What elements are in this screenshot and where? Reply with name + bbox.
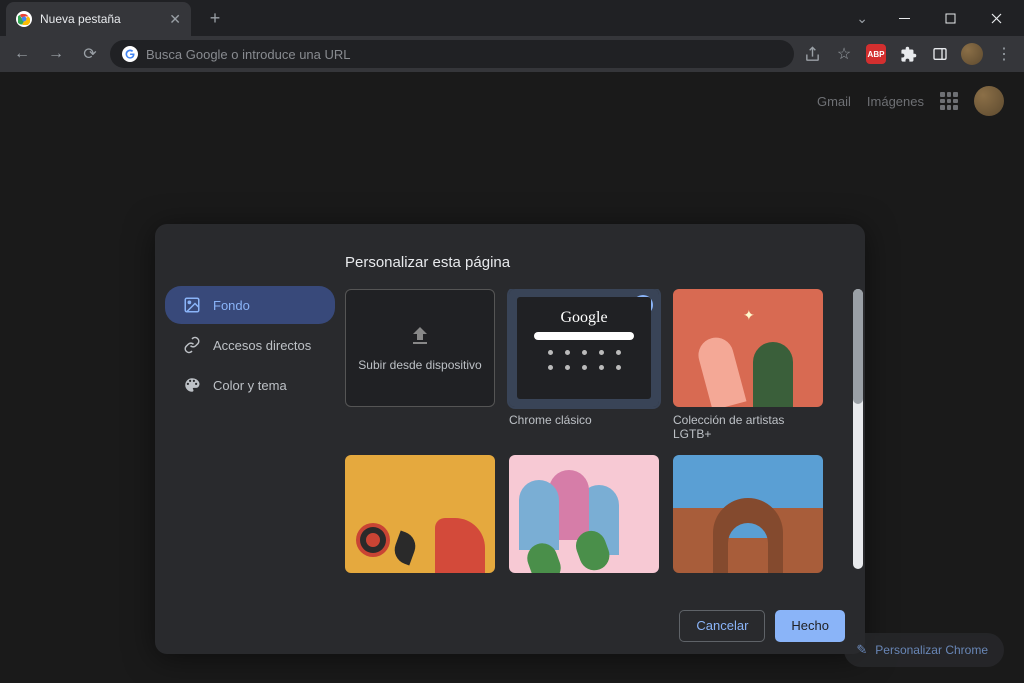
tile-collection-5 xyxy=(509,455,659,593)
customize-label: Personalizar Chrome xyxy=(875,643,988,657)
mini-shortcuts-row xyxy=(548,365,621,370)
dialog-main: Personalizar esta página Subir desde dis… xyxy=(345,224,865,654)
new-tab-button[interactable]: + xyxy=(201,4,229,32)
dialog-footer: Cancelar Hecho xyxy=(345,596,865,654)
minimize-button[interactable] xyxy=(884,3,924,33)
button-label: Cancelar xyxy=(696,618,748,633)
tile-label: Colección de artistas LGTB+ xyxy=(673,413,823,441)
gmail-link[interactable]: Gmail xyxy=(817,94,851,109)
google-logo-text: Google xyxy=(560,309,607,327)
star-decoration-icon: ✦ xyxy=(743,307,755,324)
upload-from-device-button[interactable]: Subir desde dispositivo xyxy=(345,289,495,407)
sidepanel-icon[interactable] xyxy=(928,42,952,66)
tile-lgbt-collection: ✦ Colección de artistas LGTB+ xyxy=(673,289,823,441)
collection-option-6[interactable] xyxy=(673,455,823,573)
customize-chrome-button[interactable]: ✎ Personalizar Chrome xyxy=(844,633,1004,667)
background-tiles-grid: Subir desde dispositivo ✓ Google xyxy=(345,289,849,593)
browser-tab[interactable]: Nueva pestaña ✕ xyxy=(6,2,191,36)
tile-upload: Subir desde dispositivo xyxy=(345,289,495,441)
tile-chrome-classic: ✓ Google Chrome clásico xyxy=(509,289,659,441)
sidebar-item-shortcuts[interactable]: Accesos directos xyxy=(165,326,335,364)
address-placeholder: Busca Google o introduce una URL xyxy=(146,47,351,62)
back-button[interactable]: ← xyxy=(8,40,36,68)
upload-label: Subir desde dispositivo xyxy=(358,358,481,372)
bookmark-star-icon[interactable]: ☆ xyxy=(832,42,856,66)
background-tiles-container: Subir desde dispositivo ✓ Google xyxy=(345,289,865,596)
chrome-classic-option[interactable]: ✓ Google xyxy=(509,289,659,407)
tile-collection-4 xyxy=(345,455,495,593)
window-controls: ⌄ xyxy=(856,3,1024,33)
scrollbar[interactable] xyxy=(853,289,863,569)
google-apps-icon[interactable] xyxy=(940,92,958,110)
mini-search-bar xyxy=(534,332,634,340)
toolbar-actions: ☆ ABP ⋮ xyxy=(800,42,1016,66)
tile-collection-6 xyxy=(673,455,823,593)
sidebar-item-label: Color y tema xyxy=(213,378,287,393)
customize-dialog: Fondo Accesos directos Color y tema Pers… xyxy=(155,224,865,654)
abp-extension-icon[interactable]: ABP xyxy=(864,42,888,66)
kebab-menu-icon[interactable]: ⋮ xyxy=(992,42,1016,66)
done-button[interactable]: Hecho xyxy=(775,610,845,642)
tile-label xyxy=(509,579,659,593)
sidebar-item-label: Fondo xyxy=(213,298,250,313)
titlebar: Nueva pestaña ✕ + ⌄ xyxy=(0,0,1024,36)
sidebar-item-background[interactable]: Fondo xyxy=(165,286,335,324)
new-tab-page: Gmail Imágenes Fondo Accesos directos xyxy=(0,72,1024,683)
button-label: Hecho xyxy=(791,618,829,633)
tab-title: Nueva pestaña xyxy=(40,12,161,26)
close-window-button[interactable] xyxy=(976,3,1016,33)
collection-option-5[interactable] xyxy=(509,455,659,573)
mini-shortcuts-row xyxy=(548,350,621,355)
tile-label: Chrome clásico xyxy=(509,413,659,427)
share-icon[interactable] xyxy=(800,42,824,66)
tile-label xyxy=(673,579,823,593)
maximize-button[interactable] xyxy=(930,3,970,33)
forward-button[interactable]: → xyxy=(42,40,70,68)
address-bar[interactable]: Busca Google o introduce una URL xyxy=(110,40,794,68)
tab-search-icon[interactable]: ⌄ xyxy=(856,10,868,27)
browser-toolbar: ← → ⟳ Busca Google o introduce una URL ☆… xyxy=(0,36,1024,72)
extensions-puzzle-icon[interactable] xyxy=(896,42,920,66)
lgbt-collection-option[interactable]: ✦ xyxy=(673,289,823,407)
google-favicon-icon xyxy=(122,46,138,62)
tile-label xyxy=(345,413,495,427)
palette-icon xyxy=(183,376,201,394)
dialog-sidebar: Fondo Accesos directos Color y tema xyxy=(155,224,345,654)
image-frame-icon xyxy=(183,296,201,314)
profile-avatar-icon[interactable] xyxy=(960,42,984,66)
collection-option-4[interactable] xyxy=(345,455,495,573)
sidebar-item-label: Accesos directos xyxy=(213,338,311,353)
tile-label xyxy=(345,579,495,593)
tab-strip: Nueva pestaña ✕ + xyxy=(0,0,229,36)
close-tab-icon[interactable]: ✕ xyxy=(169,11,181,28)
ntp-top-links: Gmail Imágenes xyxy=(817,86,1004,116)
pencil-icon: ✎ xyxy=(856,642,867,658)
cancel-button[interactable]: Cancelar xyxy=(679,610,765,642)
link-icon xyxy=(183,336,201,354)
reload-button[interactable]: ⟳ xyxy=(76,40,104,68)
upload-icon xyxy=(408,324,432,348)
sidebar-item-theme[interactable]: Color y tema xyxy=(165,366,335,404)
images-link[interactable]: Imágenes xyxy=(867,94,924,109)
chrome-favicon-icon xyxy=(16,11,32,27)
account-avatar[interactable] xyxy=(974,86,1004,116)
dialog-title: Personalizar esta página xyxy=(345,224,865,289)
